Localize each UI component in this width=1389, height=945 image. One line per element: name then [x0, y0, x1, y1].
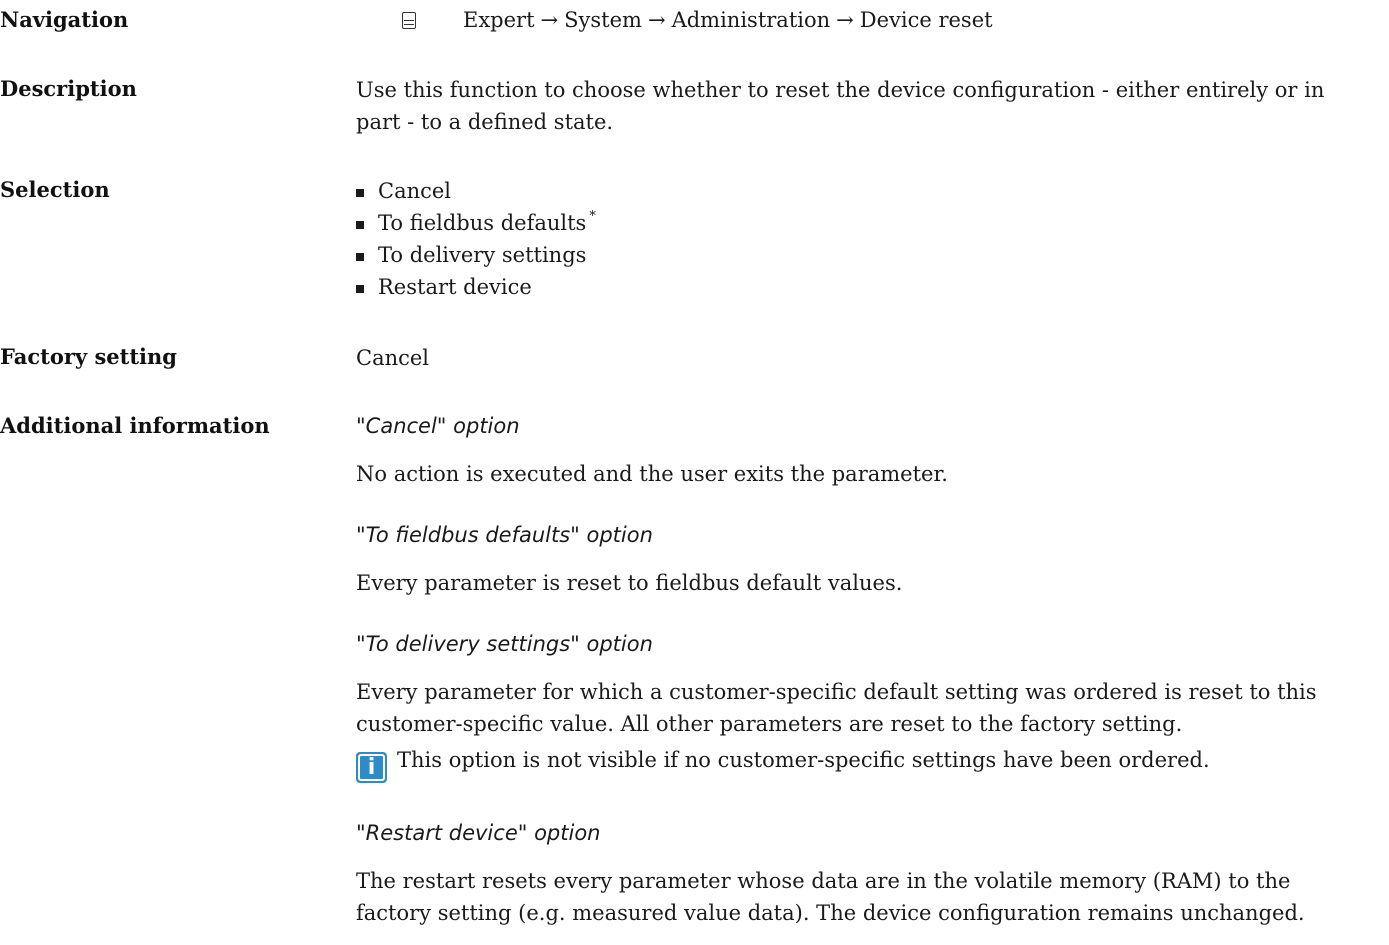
description-text: Use this function to choose whether to r…	[356, 74, 1389, 138]
selection-item: To fieldbus defaults *	[356, 207, 1389, 239]
option-text: Every parameter is reset to fieldbus def…	[356, 571, 903, 595]
factory-setting-label: Factory setting	[0, 344, 177, 369]
nav-arrow: →	[836, 8, 854, 32]
option-text-line: factory setting (e.g. measured value dat…	[356, 901, 1305, 925]
selection-item-text: Restart device	[378, 275, 532, 299]
option-fieldbus-defaults: "To fieldbus defaults" option Every para…	[356, 520, 1389, 599]
navigation-label: Navigation	[0, 7, 129, 32]
option-text-line: customer-specific value. All other param…	[356, 712, 1183, 736]
factory-setting-value: Cancel	[356, 346, 430, 370]
option-title: "Restart device" option	[356, 821, 601, 845]
selection-list-wrap: Cancel To fieldbus defaults * To delivery…	[356, 175, 1389, 303]
option-text-line: The restart resets every parameter whose…	[356, 869, 1291, 893]
option-text: No action is executed and the user exits…	[356, 462, 948, 486]
info-icon-glyph: i	[367, 755, 376, 780]
selection-label: Selection	[0, 177, 110, 202]
selection-item-text: Cancel	[378, 179, 452, 203]
option-restart-device: "Restart device" option The restart rese…	[356, 818, 1389, 929]
description-label: Description	[0, 76, 137, 101]
selection-item: Restart device	[356, 271, 1389, 303]
display-icon	[402, 11, 416, 29]
footnote-marker: *	[589, 209, 596, 224]
selection-item: To delivery settings	[356, 239, 1389, 271]
info-note-text: This option is not visible if no custome…	[397, 748, 1210, 772]
info-icon: i	[356, 752, 387, 783]
nav-path-segment: Expert	[463, 8, 535, 32]
bullet-icon	[356, 253, 364, 261]
description-line: part - to a defined state.	[356, 110, 614, 134]
nav-arrow: →	[647, 8, 666, 32]
selection-item-text: To delivery settings	[378, 243, 587, 267]
selection-list: Cancel To fieldbus defaults * To delivery…	[356, 175, 1389, 303]
navigation-path: Expert → System → Administration → Devic…	[402, 5, 1389, 35]
selection-item: Cancel	[356, 175, 1389, 207]
nav-path-segment: Device reset	[859, 8, 993, 32]
nav-path-segment: Administration	[671, 8, 831, 32]
nav-arrow: →	[540, 8, 559, 32]
bullet-icon	[356, 285, 364, 293]
option-text: The restart resets every parameter whose…	[356, 865, 1389, 929]
option-title: "To delivery settings" option	[356, 632, 653, 656]
option-title: "Cancel" option	[356, 414, 520, 438]
additional-info-label: Additional information	[0, 413, 270, 438]
info-note: i This option is not visible if no custo…	[356, 748, 1389, 783]
description-line: Use this function to choose whether to r…	[356, 78, 1325, 102]
selection-item-text: To fieldbus defaults	[378, 211, 587, 235]
option-text: Every parameter for which a customer-spe…	[356, 676, 1389, 740]
bullet-icon	[356, 221, 364, 229]
option-title: "To fieldbus defaults" option	[356, 523, 653, 547]
nav-path-segment: System	[564, 8, 642, 32]
bullet-icon	[356, 189, 364, 197]
option-text-line: Every parameter for which a customer-spe…	[356, 680, 1317, 704]
option-delivery-settings: "To delivery settings" option Every para…	[356, 629, 1389, 783]
option-cancel: "Cancel" option No action is executed an…	[356, 411, 1389, 490]
